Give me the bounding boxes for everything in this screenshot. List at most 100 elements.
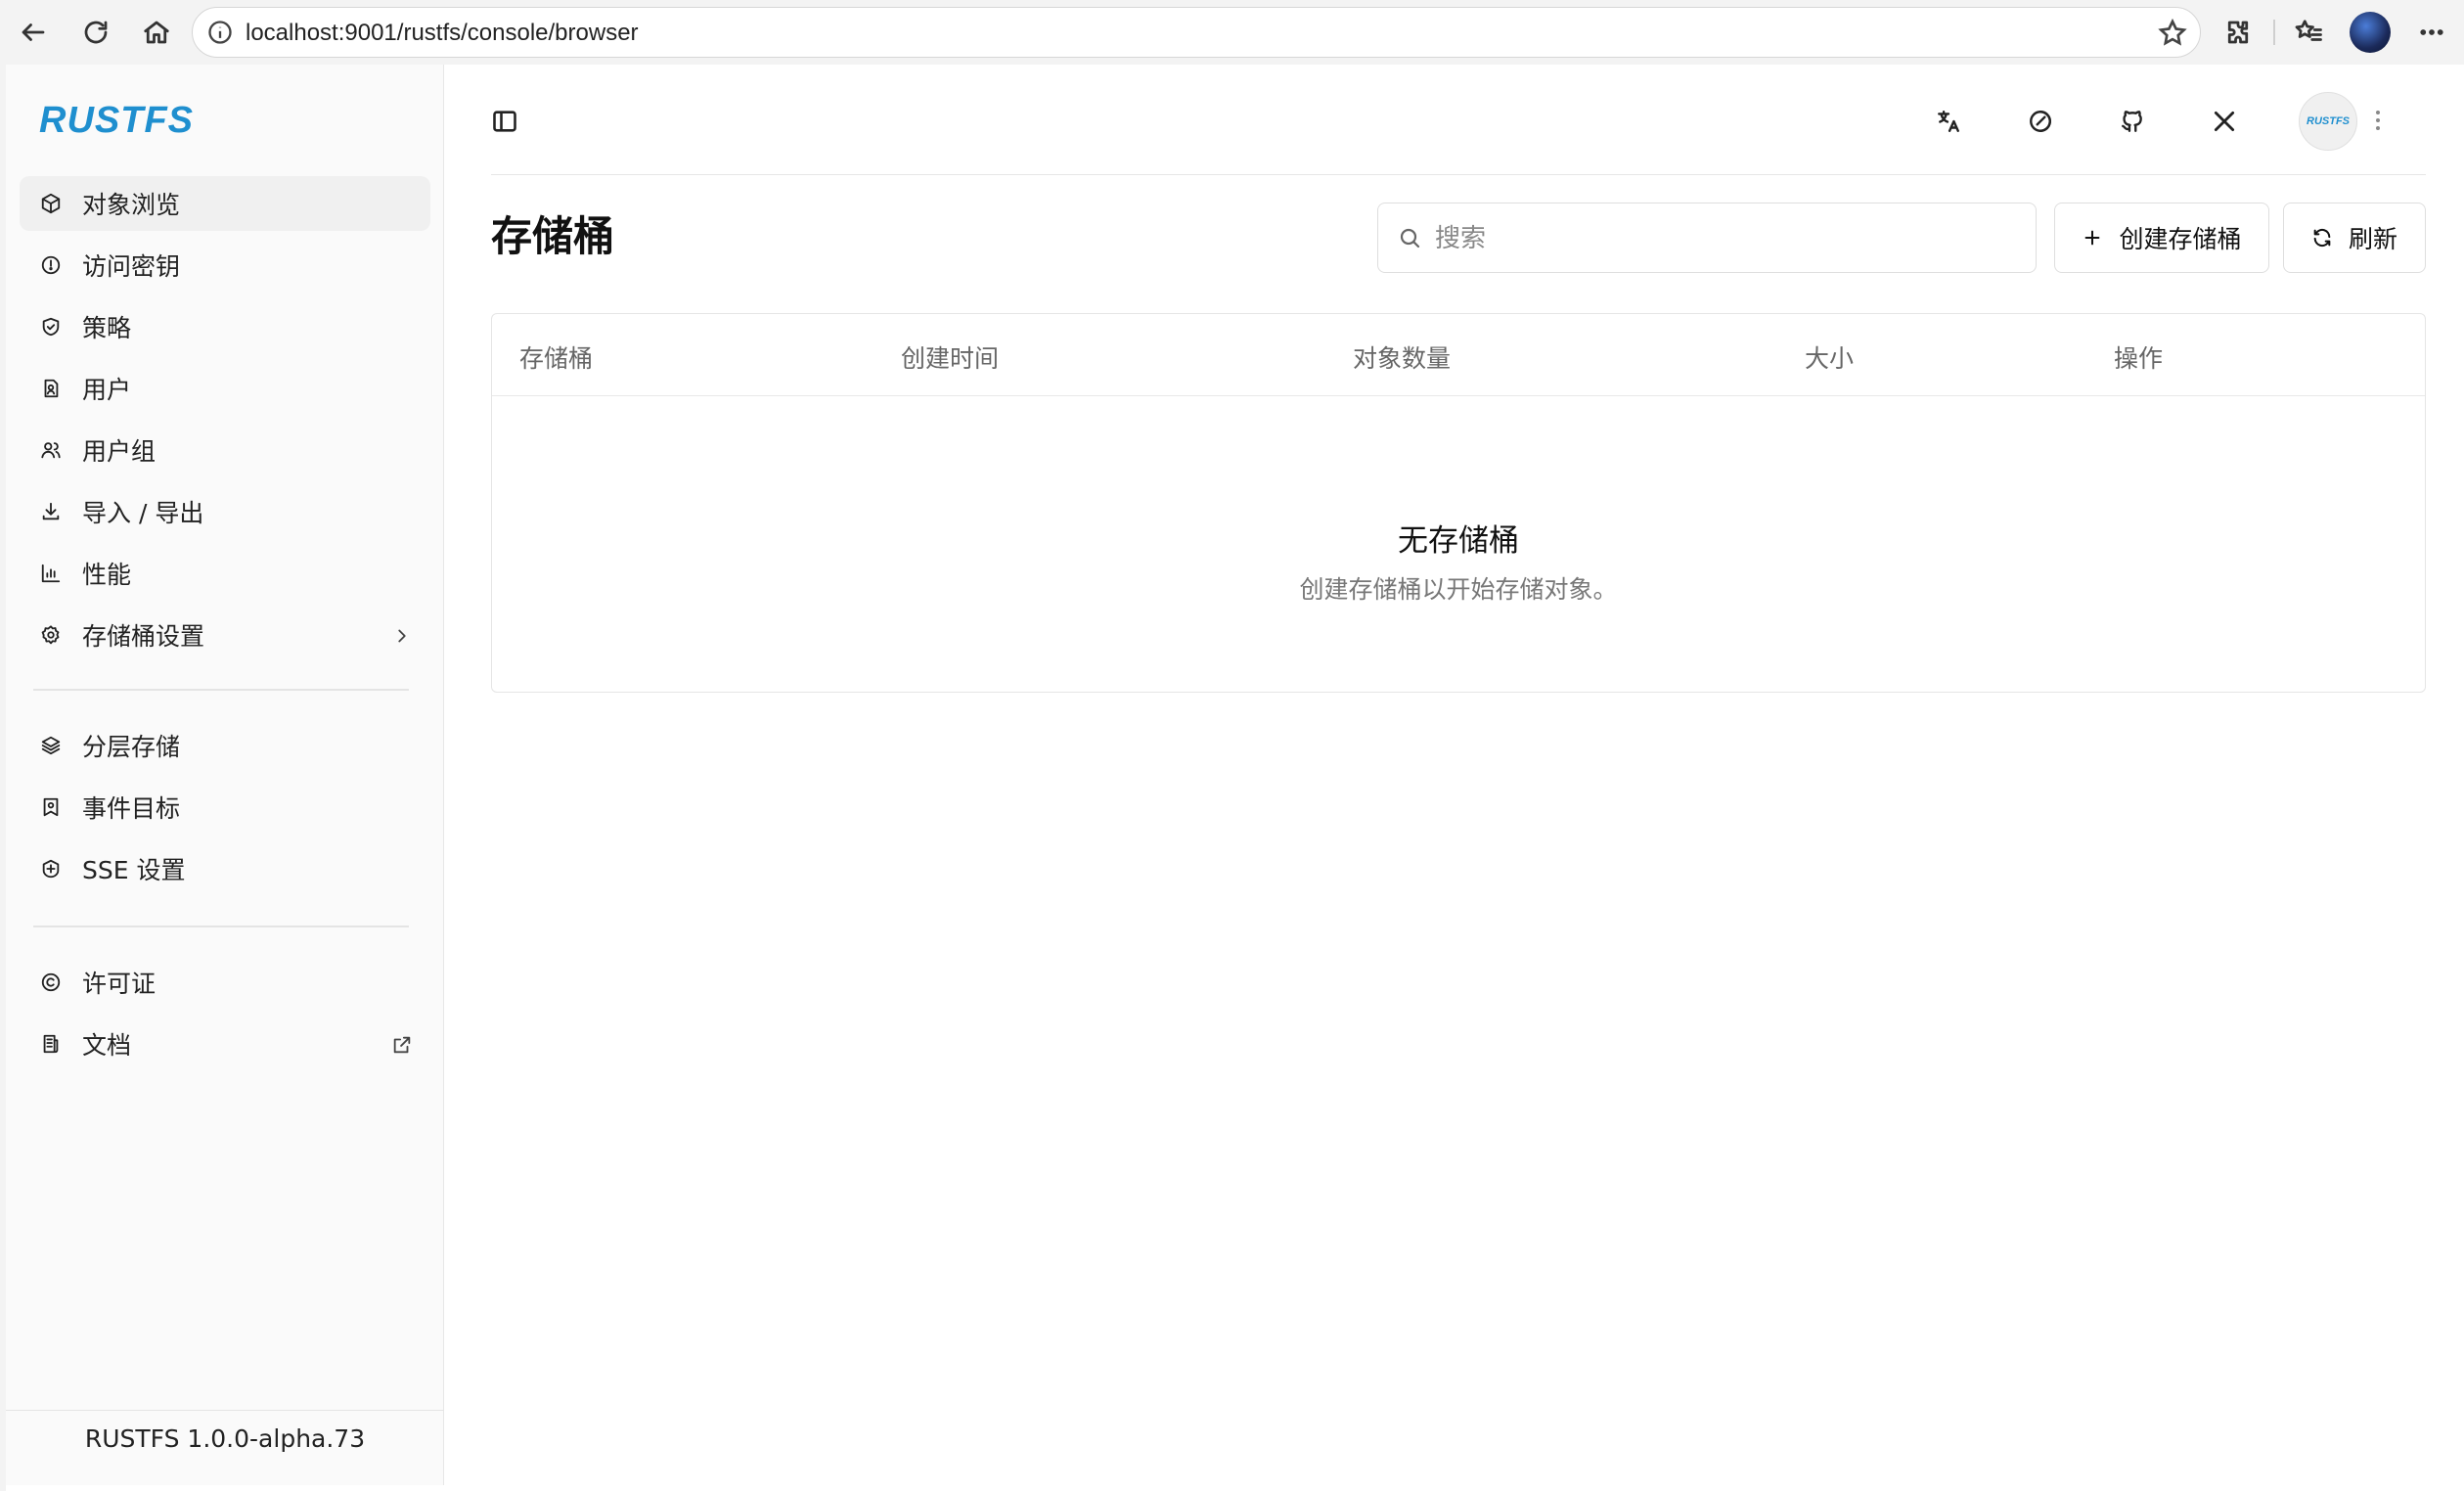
sidebar-item-sse-settings[interactable]: SSE 设置 [20,841,430,896]
favorites-button[interactable] [2289,13,2328,52]
column-header-actions: 操作 [2114,344,2164,373]
reload-button[interactable] [76,13,115,52]
bar-chart-icon [39,562,63,585]
sidebar-item-label: 许可证 [82,970,157,998]
refresh-icon [2311,226,2335,249]
column-header-created[interactable]: 创建时间 [901,339,999,375]
create-bucket-button[interactable]: 创建存储桶 [2054,203,2269,273]
sidebar-item-label: 用户组 [82,437,157,466]
column-header-size[interactable]: 大小 [1805,339,1854,375]
sidebar-item-label: SSE 设置 [82,856,186,884]
chevron-right-icon [391,624,413,646]
sidebar-item-tiering[interactable]: 分层存储 [20,718,430,773]
language-button[interactable] [1931,104,1966,139]
browser-profile-avatar[interactable] [2350,12,2391,53]
external-link-icon [391,1033,413,1055]
sidebar-item-user-groups[interactable]: 用户组 [20,423,430,477]
secondary-nav: 分层存储 事件目标 SSE 设置 [20,718,430,903]
sidebar-item-label: 性能 [82,561,132,589]
reload-icon [84,21,108,44]
download-icon [39,500,63,523]
column-header-bucket[interactable]: 存储桶 [519,339,593,375]
sidebar-item-docs[interactable]: 文档 [20,1017,430,1071]
users-icon [39,438,63,462]
sidebar-item-users[interactable]: 用户 [20,361,430,416]
browser-menu-button[interactable] [2412,13,2451,52]
browser-toolbar: localhost:9001/rustfs/console/browser [0,0,2464,65]
search-input[interactable] [1435,217,2012,260]
bucket-search [1377,203,2037,273]
extensions-button[interactable] [2218,13,2258,52]
more-horizontal-icon [2420,29,2443,35]
main-content: RUSTFS 存储桶 创建存储桶 刷新 存储桶 创建时间 对象数量 大小 操作 … [444,65,2464,1485]
github-link[interactable] [2115,104,2150,139]
refresh-label: 刷新 [2348,225,2397,253]
sidebar-item-label: 存储桶设置 [82,622,205,651]
sidebar-divider [33,689,409,691]
sidebar-item-label: 对象浏览 [82,191,181,219]
encryption-icon [39,857,63,881]
x-icon [2214,111,2235,132]
sidebar-item-object-browser[interactable]: 对象浏览 [20,176,430,231]
translate-icon [1938,111,1959,132]
search-icon [1398,226,1423,251]
sidebar-footer-divider [6,1410,444,1411]
rustfs-logo[interactable]: RUSTFS [39,100,194,142]
sidebar-item-access-keys[interactable]: 访问密钥 [20,238,430,293]
sidebar-item-label: 导入 / 导出 [82,499,204,527]
sidebar: RUSTFS 对象浏览 访问密钥 策略 用户 用户组 导入 / 导出 性能 存储… [6,65,444,1485]
theme-toggle-button[interactable] [2023,104,2058,139]
favorites-icon [2295,20,2322,41]
key-circle-icon [39,253,63,277]
app-viewport: RUSTFS 对象浏览 访问密钥 策略 用户 用户组 导入 / 导出 性能 存储… [6,65,2464,1491]
toolbar-divider [2273,20,2275,45]
sidebar-divider [33,926,409,927]
sidebar-item-label: 访问密钥 [82,252,181,281]
table-header: 存储桶 创建时间 对象数量 大小 操作 [492,314,2425,396]
back-button[interactable] [14,13,53,52]
favorite-star-icon[interactable] [2157,18,2188,49]
cube-icon [39,192,63,215]
github-icon [2122,111,2142,132]
page-title: 存储桶 [491,212,615,260]
create-bucket-label: 创建存储桶 [2119,225,2242,253]
empty-state-title: 无存储桶 [1398,523,1519,559]
empty-state-subtitle: 创建存储桶以开始存储对象。 [1299,575,1618,604]
info-icon[interactable] [206,19,234,46]
shield-check-icon [39,315,63,339]
sidebar-item-label: 用户 [82,376,132,404]
tertiary-nav: 许可证 文档 [20,955,430,1078]
sidebar-item-label: 策略 [82,314,132,342]
layers-icon [39,734,63,757]
sidebar-item-event-targets[interactable]: 事件目标 [20,780,430,835]
user-file-icon [39,377,63,400]
sidebar-toggle-button[interactable] [491,108,520,137]
arrow-left-icon [22,23,45,41]
home-icon [144,21,169,44]
sidebar-item-license[interactable]: 许可证 [20,955,430,1010]
puzzle-icon [2227,21,2249,44]
x-social-link[interactable] [2207,104,2242,139]
bookmark-icon [39,795,63,819]
copyright-icon [39,971,63,994]
document-icon [39,1032,63,1056]
address-url[interactable]: localhost:9001/rustfs/console/browser [246,20,639,47]
sidebar-item-performance[interactable]: 性能 [20,546,430,601]
sidebar-item-import-export[interactable]: 导入 / 导出 [20,484,430,539]
refresh-button[interactable]: 刷新 [2283,203,2426,273]
plus-icon [2082,226,2105,249]
sidebar-item-label: 分层存储 [82,733,181,761]
sidebar-item-bucket-settings[interactable]: 存储桶设置 [20,608,430,662]
bucket-table: 存储桶 创建时间 对象数量 大小 操作 无存储桶 创建存储桶以开始存储对象。 [491,313,2426,693]
more-vertical-icon[interactable] [2373,108,2383,135]
version-label: RUSTFS 1.0.0-alpha.73 [84,1424,366,1453]
sidebar-item-policies[interactable]: 策略 [20,299,430,354]
sidebar-item-label: 事件目标 [82,794,181,823]
user-avatar[interactable]: RUSTFS [2299,92,2357,151]
home-button[interactable] [137,13,176,52]
theme-icon [2030,111,2051,132]
sidebar-item-label: 文档 [82,1031,132,1060]
address-bar[interactable]: localhost:9001/rustfs/console/browser [192,7,2201,58]
column-header-object-count[interactable]: 对象数量 [1353,339,1451,375]
primary-nav: 对象浏览 访问密钥 策略 用户 用户组 导入 / 导出 性能 存储桶设置 [20,176,430,669]
